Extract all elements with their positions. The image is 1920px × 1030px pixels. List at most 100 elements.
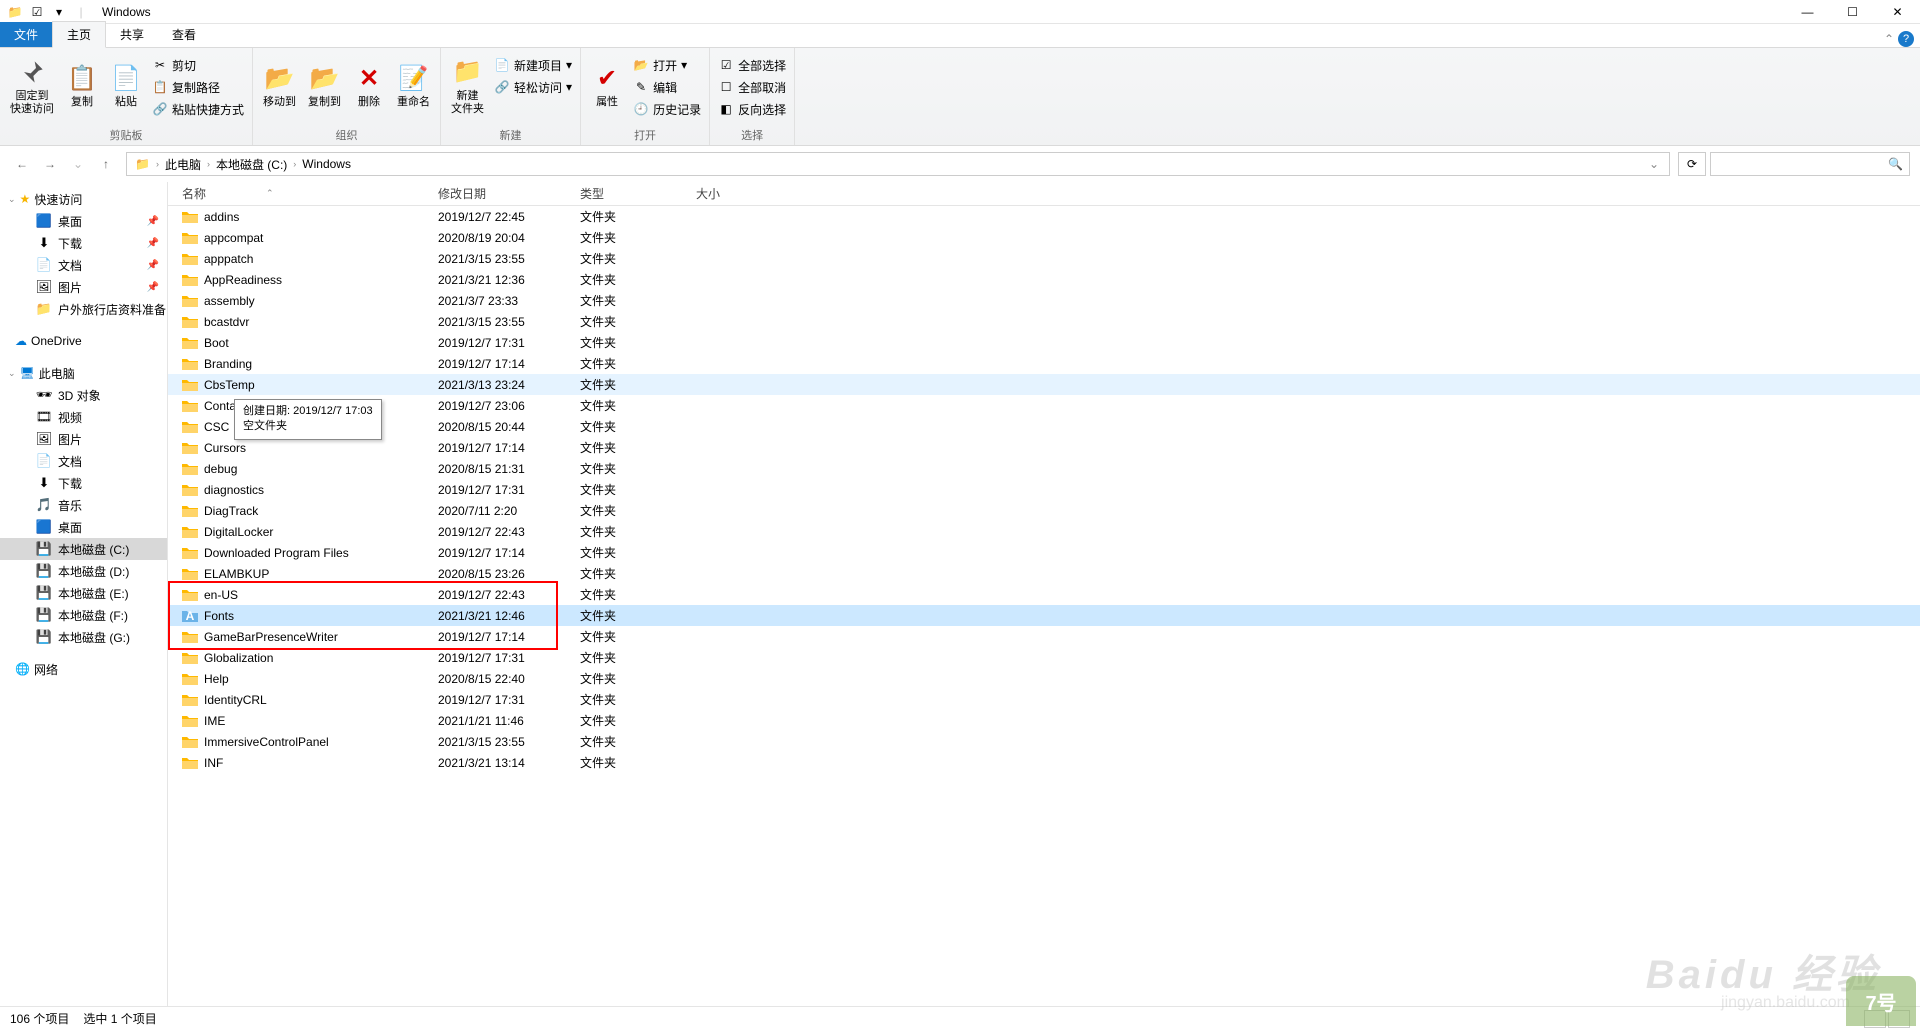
- history-button[interactable]: 🕘历史记录: [629, 98, 705, 120]
- details-view-button[interactable]: [1864, 1010, 1886, 1028]
- back-button[interactable]: ←: [10, 152, 34, 176]
- file-row[interactable]: bcastdvr2021/3/15 23:55文件夹: [168, 311, 1920, 332]
- sidebar-item[interactable]: 🕶3D 对象: [0, 384, 167, 406]
- sidebar-item[interactable]: ⬇下载: [0, 472, 167, 494]
- close-button[interactable]: ✕: [1875, 0, 1920, 24]
- file-row[interactable]: DigitalLocker2019/12/7 22:43文件夹: [168, 521, 1920, 542]
- file-row[interactable]: Cursors2019/12/7 17:14文件夹: [168, 437, 1920, 458]
- file-row[interactable]: appcompat2020/8/19 20:04文件夹: [168, 227, 1920, 248]
- column-name[interactable]: 名称⌃: [168, 185, 428, 202]
- help-icon[interactable]: ?: [1898, 31, 1914, 47]
- file-row[interactable]: CbsTemp2021/3/13 23:24文件夹: [168, 374, 1920, 395]
- file-row[interactable]: addins2019/12/7 22:45文件夹: [168, 206, 1920, 227]
- sidebar-item[interactable]: 💾本地磁盘 (F:): [0, 604, 167, 626]
- file-row[interactable]: assembly2021/3/7 23:33文件夹: [168, 290, 1920, 311]
- column-type[interactable]: 类型: [570, 185, 686, 202]
- invert-selection-button[interactable]: ◧反向选择: [714, 98, 790, 120]
- file-row[interactable]: CSC2020/8/15 20:44文件夹: [168, 416, 1920, 437]
- tab-file[interactable]: 文件: [0, 22, 52, 47]
- sidebar-item[interactable]: 🎵音乐: [0, 494, 167, 516]
- file-row[interactable]: ImmersiveControlPanel2021/3/15 23:55文件夹: [168, 731, 1920, 752]
- column-size[interactable]: 大小: [686, 185, 766, 202]
- file-row[interactable]: AFonts2021/3/21 12:46文件夹: [168, 605, 1920, 626]
- open-button[interactable]: 📂打开▾: [629, 54, 705, 76]
- paste-button[interactable]: 📄 粘贴: [104, 50, 148, 122]
- sidebar-item[interactable]: 🖼图片: [0, 428, 167, 450]
- file-row[interactable]: Help2020/8/15 22:40文件夹: [168, 668, 1920, 689]
- sidebar-item[interactable]: 💾本地磁盘 (C:): [0, 538, 167, 560]
- minimize-button[interactable]: —: [1785, 0, 1830, 24]
- network-header[interactable]: ›🌐网络: [0, 658, 167, 680]
- sidebar-item[interactable]: 📄文档📌: [0, 254, 167, 276]
- file-row[interactable]: Boot2019/12/7 17:31文件夹: [168, 332, 1920, 353]
- crumb-item[interactable]: Windows: [298, 155, 355, 173]
- file-row[interactable]: Branding2019/12/7 17:14文件夹: [168, 353, 1920, 374]
- sidebar-item[interactable]: ⬇下载📌: [0, 232, 167, 254]
- forward-button[interactable]: →: [38, 152, 62, 176]
- quick-access-header[interactable]: ⌄★快速访问: [0, 188, 167, 210]
- column-date[interactable]: 修改日期: [428, 185, 570, 202]
- up-button[interactable]: ↑: [94, 152, 118, 176]
- sidebar-item[interactable]: 💾本地磁盘 (E:): [0, 582, 167, 604]
- sidebar-item[interactable]: 🎞视频: [0, 406, 167, 428]
- file-row[interactable]: INF2021/3/21 13:14文件夹: [168, 752, 1920, 773]
- copy-path-button[interactable]: 📋复制路径: [148, 76, 248, 98]
- thumbnails-view-button[interactable]: [1888, 1010, 1910, 1028]
- file-row[interactable]: IME2021/1/21 11:46文件夹: [168, 710, 1920, 731]
- copy-to-button[interactable]: 📂复制到: [302, 50, 347, 122]
- select-none-button[interactable]: ☐全部取消: [714, 76, 790, 98]
- sidebar-item[interactable]: 🖼图片📌: [0, 276, 167, 298]
- cut-button[interactable]: ✂剪切: [148, 54, 248, 76]
- file-row[interactable]: ELAMBKUP2020/8/15 23:26文件夹: [168, 563, 1920, 584]
- folder-icon: [182, 735, 198, 749]
- delete-button[interactable]: ✕删除: [347, 50, 391, 122]
- chevron-up-icon[interactable]: ⌃: [1884, 32, 1894, 46]
- folder-icon: [182, 714, 198, 728]
- breadcrumb[interactable]: 📁 › 此电脑 › 本地磁盘 (C:) › Windows ⌄: [126, 152, 1670, 176]
- qat-checkbox-icon[interactable]: ☑: [26, 1, 48, 23]
- tab-home[interactable]: 主页: [52, 21, 106, 48]
- file-row[interactable]: diagnostics2019/12/7 17:31文件夹: [168, 479, 1920, 500]
- tab-share[interactable]: 共享: [106, 22, 158, 47]
- sidebar-item[interactable]: 🟦桌面: [0, 516, 167, 538]
- search-input[interactable]: 🔍: [1710, 152, 1910, 176]
- edit-button[interactable]: ✎编辑: [629, 76, 705, 98]
- copy-button[interactable]: 📋 复制: [60, 50, 104, 122]
- sidebar-item[interactable]: 🟦桌面📌: [0, 210, 167, 232]
- maximize-button[interactable]: ☐: [1830, 0, 1875, 24]
- select-all-button[interactable]: ☑全部选择: [714, 54, 790, 76]
- tab-view[interactable]: 查看: [158, 22, 210, 47]
- crumb-item[interactable]: 此电脑: [161, 154, 205, 175]
- sidebar-item[interactable]: 💾本地磁盘 (D:): [0, 560, 167, 582]
- onedrive-header[interactable]: ›☁OneDrive: [0, 330, 167, 352]
- file-row[interactable]: GameBarPresenceWriter2019/12/7 17:14文件夹: [168, 626, 1920, 647]
- refresh-button[interactable]: ⟳: [1678, 152, 1706, 176]
- pin-quick-access-button[interactable]: 固定到 快速访问: [4, 50, 60, 122]
- scissors-icon: ✂: [152, 57, 168, 73]
- sidebar-item[interactable]: 📄文档: [0, 450, 167, 472]
- recent-dropdown[interactable]: ⌄: [66, 152, 90, 176]
- properties-button[interactable]: ✔属性: [585, 50, 629, 122]
- file-row[interactable]: Downloaded Program Files2019/12/7 17:14文…: [168, 542, 1920, 563]
- paste-shortcut-button[interactable]: 🔗粘贴快捷方式: [148, 98, 248, 120]
- new-folder-button[interactable]: 📁新建 文件夹: [445, 50, 490, 122]
- qat-dropdown-icon[interactable]: ▾: [48, 1, 70, 23]
- move-to-button[interactable]: 📂移动到: [257, 50, 302, 122]
- file-row[interactable]: en-US2019/12/7 22:43文件夹: [168, 584, 1920, 605]
- sidebar-item[interactable]: 💾本地磁盘 (G:): [0, 626, 167, 648]
- file-row[interactable]: DiagTrack2020/7/11 2:20文件夹: [168, 500, 1920, 521]
- sidebar-item[interactable]: 📁户外旅行店资料准备: [0, 298, 167, 320]
- file-row[interactable]: Containers2019/12/7 23:06文件夹: [168, 395, 1920, 416]
- file-row[interactable]: AppReadiness2021/3/21 12:36文件夹: [168, 269, 1920, 290]
- crumb-item[interactable]: 本地磁盘 (C:): [212, 154, 291, 175]
- easy-access-button[interactable]: 🔗轻松访问▾: [490, 76, 576, 98]
- file-row[interactable]: Globalization2019/12/7 17:31文件夹: [168, 647, 1920, 668]
- rename-button[interactable]: 📝重命名: [391, 50, 436, 122]
- file-row[interactable]: apppatch2021/3/15 23:55文件夹: [168, 248, 1920, 269]
- file-row[interactable]: debug2020/8/15 21:31文件夹: [168, 458, 1920, 479]
- this-pc-header[interactable]: ⌄🖥此电脑: [0, 362, 167, 384]
- chevron-down-icon[interactable]: ⌄: [1643, 157, 1665, 171]
- file-row[interactable]: IdentityCRL2019/12/7 17:31文件夹: [168, 689, 1920, 710]
- navigation-tree[interactable]: ⌄★快速访问 🟦桌面📌⬇下载📌📄文档📌🖼图片📌📁户外旅行店资料准备 ›☁OneD…: [0, 182, 168, 1006]
- new-item-button[interactable]: 📄新建项目▾: [490, 54, 576, 76]
